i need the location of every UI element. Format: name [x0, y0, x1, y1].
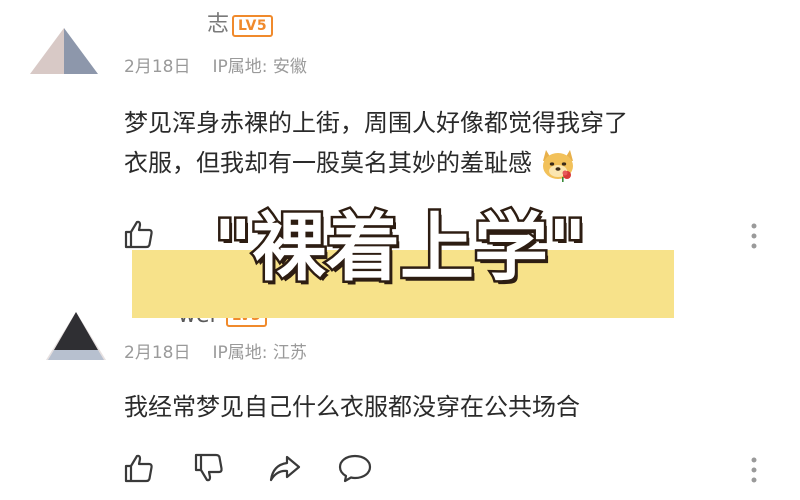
share-button[interactable]: [267, 450, 303, 486]
more-vertical-icon: [751, 223, 757, 249]
like-button[interactable]: [121, 450, 157, 486]
more-options-button[interactable]: [749, 452, 759, 488]
comment-line: 梦见浑身赤裸的上街，周围人好像都觉得我穿了: [124, 109, 628, 137]
more-vertical-icon: [751, 457, 757, 483]
caption-title: "裸着上学": [211, 203, 589, 294]
avatar[interactable]: [28, 16, 100, 88]
comment-meta: 2月18日 IP属地: 江苏: [124, 342, 307, 364]
dislike-button[interactable]: [191, 450, 227, 486]
comment-line: 衣服，但我却有一股莫名其妙的羞耻感: [124, 149, 532, 177]
comment-button[interactable]: [337, 450, 373, 486]
comment-body: 我经常梦见自己什么衣服都没穿在公共场合: [124, 387, 580, 427]
thumbs-up-icon: [124, 454, 153, 483]
more-options-button[interactable]: [749, 218, 759, 254]
comment-line: 我经常梦见自己什么衣服都没穿在公共场合: [124, 393, 580, 421]
thumbs-down-icon: [194, 453, 223, 482]
comment-icon: [338, 454, 372, 483]
share-icon: [269, 455, 301, 482]
ip-location: IP属地: 安徽: [212, 57, 307, 77]
doge-rose-emoji-icon: [538, 144, 578, 184]
comment-date: 2月18日: [124, 57, 191, 77]
avatar[interactable]: [40, 300, 112, 372]
comment-date: 2月18日: [124, 343, 191, 363]
level-badge: LV5: [232, 15, 274, 37]
comment-meta: 2月18日 IP属地: 安徽: [124, 56, 307, 78]
ip-location: IP属地: 江苏: [212, 343, 307, 363]
comment-body: 梦见浑身赤裸的上街，周围人好像都觉得我穿了 衣服，但我却有一股莫名其妙的羞耻感: [124, 103, 628, 184]
username[interactable]: 志: [207, 12, 229, 38]
comment-line-with-emoji: 衣服，但我却有一股莫名其妙的羞耻感: [124, 143, 628, 184]
